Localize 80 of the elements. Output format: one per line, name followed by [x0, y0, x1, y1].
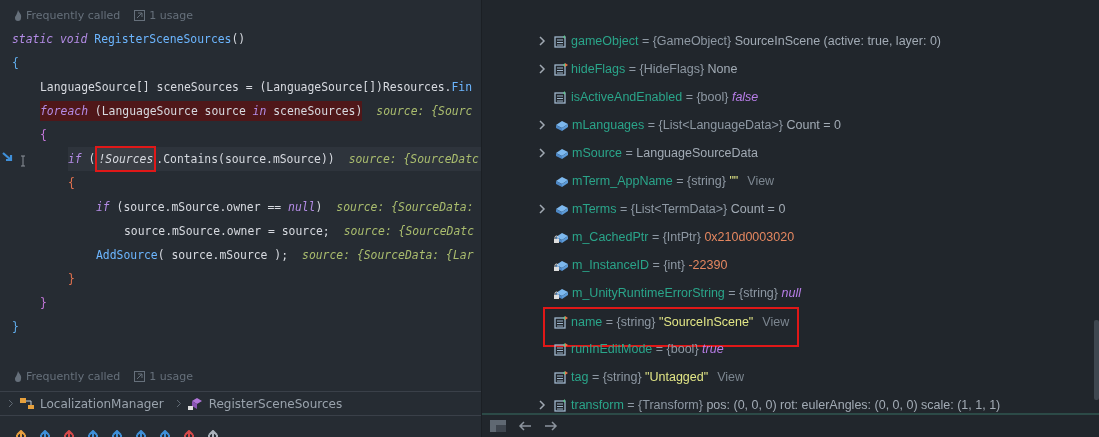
variable-entry: name = {string} "SourceInScene": [571, 315, 754, 329]
debug-step-icon[interactable]: [62, 430, 76, 437]
flame-icon: [14, 370, 22, 382]
debug-step-icon[interactable]: [206, 430, 220, 437]
flame-icon: [14, 9, 22, 21]
field-icon: [554, 118, 569, 132]
debug-step-icon[interactable]: [14, 430, 28, 437]
chevron-right-icon[interactable]: [538, 148, 546, 158]
property-icon: [554, 398, 568, 412]
inline-value-hint: source: {SourceDatc: [343, 224, 475, 238]
property-icon: [554, 34, 568, 48]
variable-entry: isActiveAndEnabled = {bool} false: [571, 90, 759, 104]
property-icon: [554, 370, 568, 384]
variable-entry: mLanguages = {List<LanguageData>} Count = 0: [572, 118, 841, 132]
debug-step-icon[interactable]: [158, 430, 172, 437]
variable-entry: m_InstanceID = {int} -22390: [572, 258, 728, 272]
locked-field-icon: [554, 258, 569, 272]
debug-step-icon[interactable]: [86, 430, 100, 437]
code-line: }: [40, 295, 47, 312]
inline-value-hint: source: {SourceData: {Lar: [302, 248, 474, 262]
variable-entry: mTerms = {List<TermData>} Count = 0: [572, 202, 786, 216]
code-line: if (source.mSource.owner == null): [96, 199, 323, 216]
method-icon: [187, 396, 203, 411]
debug-step-icon[interactable]: [134, 430, 148, 437]
code-line: {: [68, 175, 75, 192]
variable-entry: m_UnityRuntimeErrorString = {string} null: [572, 286, 801, 300]
usage-count[interactable]: 1 usage: [149, 8, 193, 22]
variable-entry: gameObject = {GameObject} SourceInScene (active: true, layer: 0): [571, 34, 942, 48]
debug-step-icon[interactable]: [182, 430, 196, 437]
property-icon: [554, 90, 568, 104]
code-line: }: [12, 319, 19, 336]
breadcrumb-item[interactable]: RegisterSceneSources: [208, 396, 343, 411]
jump-icon: [134, 9, 146, 21]
inline-value-hint: source: {Sourc: [376, 104, 473, 118]
code-line: LanguageSource[] sceneSources = (LanguageSource[])Resources.Fin: [40, 79, 473, 96]
property-icon: [554, 342, 568, 356]
chevron-right-icon: [175, 399, 182, 408]
view-link[interactable]: View: [717, 370, 745, 384]
chevron-right-icon[interactable]: [538, 64, 546, 74]
variable-entry: mSource = LanguageSourceData: [572, 146, 758, 160]
usage-hint[interactable]: Frequently called: [26, 369, 121, 383]
chevron-right-icon[interactable]: [538, 36, 546, 46]
code-line: {: [40, 127, 47, 144]
breadcrumb-item[interactable]: LocalizationManager: [40, 396, 164, 411]
code-line: AddSource( source.mSource );: [96, 247, 289, 264]
forward-arrow-icon[interactable]: [544, 421, 558, 431]
jump-icon: [134, 370, 146, 382]
back-arrow-icon[interactable]: [518, 421, 532, 431]
locked-field-icon: [554, 286, 569, 300]
class-icon: [20, 397, 34, 410]
code-line: if ( !Sources .Contains(source.mSource)): [68, 149, 335, 169]
property-icon: [554, 62, 568, 76]
field-icon: [554, 202, 569, 216]
chevron-right-icon: [8, 399, 14, 408]
chevron-right-icon[interactable]: [538, 400, 546, 410]
inline-value-hint: source: {SourceData:: [336, 200, 474, 214]
variable-entry: tag = {string} "Untagged": [571, 370, 709, 384]
variable-entry: m_CachedPtr = {IntPtr} 0x210d0003020: [572, 230, 795, 244]
variable-entry: hideFlags = {HideFlags} None: [571, 62, 738, 76]
code-line: {: [12, 55, 19, 72]
usage-hint[interactable]: Frequently called: [26, 8, 121, 22]
chevron-right-icon[interactable]: [538, 204, 546, 214]
view-link[interactable]: View: [747, 174, 775, 188]
view-link[interactable]: View: [762, 315, 790, 329]
debug-step-icon[interactable]: [38, 430, 52, 437]
locked-field-icon: [554, 230, 569, 244]
code-line: }: [68, 271, 75, 288]
debug-step-icon[interactable]: [110, 430, 124, 437]
code-line: static void RegisterSceneSources(): [12, 31, 246, 48]
variable-entry: transform = {Transform} pos: (0, 0, 0) rot: eulerAngles: (0, 0, 0) scale: (1, 1, 1): [571, 398, 1001, 412]
property-icon: [554, 315, 568, 329]
scrollbar-thumb[interactable]: [1094, 320, 1099, 400]
chevron-right-icon[interactable]: [538, 120, 546, 130]
code-line: source.mSource.owner = source;: [124, 223, 330, 240]
field-icon: [554, 174, 569, 188]
inline-value-hint: source: {SourceDatc: [348, 152, 479, 166]
usage-count[interactable]: 1 usage: [149, 369, 193, 383]
execution-point-icon: [2, 151, 28, 167]
variable-entry: mTerm_AppName = {string} "": [572, 174, 739, 188]
field-icon: [554, 146, 569, 160]
